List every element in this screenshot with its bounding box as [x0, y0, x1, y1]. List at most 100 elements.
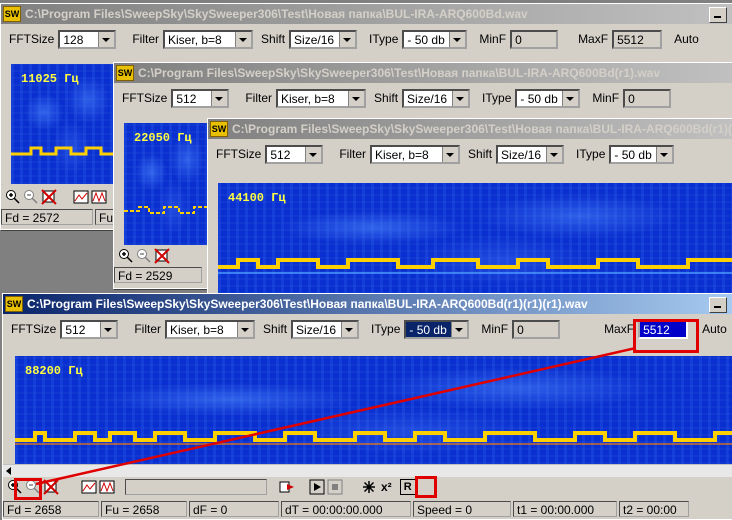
filter-label: Filter: [134, 322, 162, 336]
itype-select[interactable]: - 50 db: [515, 88, 581, 108]
chevron-down-icon: [656, 146, 673, 162]
window-4-title: C:\Program Files\SweepSky\SkySweeper306\…: [27, 297, 588, 311]
minimize-button[interactable]: [709, 297, 727, 313]
reset-zoom-icon[interactable]: [154, 248, 170, 264]
window-2-toolbar: FFTSize 512 Filter Kiser, b=8 Shift Size…: [114, 85, 732, 111]
window-4-toolbar-icons: x² R: [7, 479, 416, 495]
signal-trace: [11, 146, 121, 156]
spectrum-icon[interactable]: [99, 479, 115, 495]
minf-field[interactable]: 0: [623, 88, 672, 108]
spectrogram-4[interactable]: 88200 Гц: [15, 356, 732, 464]
auto-label: Auto: [702, 322, 727, 336]
frequency-label: 44100 Гц: [228, 191, 286, 205]
itype-label: IType: [371, 322, 401, 336]
minf-label: MinF: [479, 32, 507, 46]
spectrum-icon[interactable]: [91, 189, 107, 205]
window-2-toolbar-icons: [118, 248, 172, 264]
scroll-left-arrow[interactable]: [6, 467, 11, 475]
window-1-title: C:\Program Files\SweepSky\SkySweeper306\…: [25, 7, 528, 21]
window-3-title: C:\Program Files\SweepSky\SkySweeper306\…: [232, 122, 732, 136]
df-value: dF = 0: [189, 501, 279, 517]
filter-select[interactable]: Kiser, b=8: [370, 144, 461, 164]
window-1-toolbar: FFTSize 128 Filter Kiser, b=8 Shift Size…: [1, 26, 732, 52]
fftsize-select[interactable]: 512: [60, 319, 119, 339]
fd-value: Fd = 2572: [1, 209, 93, 225]
filter-select[interactable]: Kiser, b=8: [276, 88, 367, 108]
shift-select[interactable]: Size/16: [402, 88, 471, 108]
spectrogram-3[interactable]: 44100 Гц: [218, 183, 732, 294]
shift-label: Shift: [261, 32, 286, 46]
minf-label: MinF: [481, 322, 509, 336]
window-4: SW C:\Program Files\SweepSky\SkySweeper3…: [2, 293, 732, 520]
itype-select[interactable]: - 50 db: [402, 29, 468, 49]
signal-trace: [218, 258, 732, 274]
spectrogram-2[interactable]: 22050 Гц: [124, 123, 214, 245]
chart-icon[interactable]: [73, 189, 89, 205]
maxf-highlight-box: [633, 319, 699, 353]
filter-label: Filter: [132, 32, 160, 46]
horizontal-scrollbar[interactable]: [3, 464, 732, 477]
window-1-titlebar[interactable]: SW C:\Program Files\SweepSky\SkySweeper3…: [1, 4, 732, 24]
stop-icon[interactable]: [327, 479, 343, 495]
zoom-out-icon[interactable]: [23, 189, 39, 205]
window-3-titlebar[interactable]: SW C:\Program Files\SweepSky\SkySweeper3…: [208, 119, 732, 139]
auto-label: Auto: [674, 32, 699, 46]
filter-label: Filter: [245, 91, 273, 105]
zoom-highlight-box: [14, 478, 42, 500]
minimize-button[interactable]: [709, 7, 727, 23]
chevron-down-icon: [562, 90, 579, 106]
chevron-down-icon: [341, 321, 358, 337]
zoom-in-icon[interactable]: [118, 248, 134, 264]
itype-label: IType: [576, 147, 606, 161]
filter-select[interactable]: Kiser, b=8: [163, 29, 254, 49]
speed-value: Speed = 0: [413, 501, 511, 517]
fd-value: Fd = 2658: [3, 501, 99, 517]
itype-select[interactable]: - 50 db: [609, 144, 675, 164]
position-slider[interactable]: [125, 479, 267, 495]
maxf-field[interactable]: 5512: [612, 29, 663, 49]
itype-select[interactable]: - 50 db: [404, 319, 470, 339]
r-button[interactable]: R: [399, 479, 416, 495]
minf-field[interactable]: 0: [510, 29, 559, 49]
fftsize-select[interactable]: 512: [265, 144, 324, 164]
shift-select[interactable]: Size/16: [289, 29, 358, 49]
play-icon[interactable]: [309, 479, 325, 495]
asterisk-icon[interactable]: [361, 479, 377, 495]
fftsize-select[interactable]: 512: [171, 88, 230, 108]
chevron-down-icon: [98, 31, 115, 47]
window-4-titlebar[interactable]: SW C:\Program Files\SweepSky\SkySweeper3…: [3, 294, 732, 314]
itype-label: IType: [482, 91, 512, 105]
fd-value: Fd = 2529: [114, 267, 202, 283]
app-icon: SW: [116, 65, 134, 81]
itype-label: IType: [369, 32, 399, 46]
fftsize-select[interactable]: 128: [58, 29, 117, 49]
reset-zoom-icon[interactable]: [41, 189, 57, 205]
fu-value: Fu = 2658: [101, 501, 187, 517]
window-2-statusbar: Fd = 2529: [114, 267, 204, 283]
window-2-titlebar[interactable]: SW C:\Program Files\SweepSky\SkySweeper3…: [114, 63, 732, 83]
zoom-out-icon[interactable]: [136, 248, 152, 264]
frequency-label: 88200 Гц: [25, 364, 83, 378]
play-to-icon[interactable]: [279, 479, 295, 495]
r-button-highlight-box: [415, 476, 437, 498]
shift-select[interactable]: Size/16: [496, 144, 565, 164]
signal-trace: [124, 206, 214, 214]
shift-select[interactable]: Size/16: [291, 319, 360, 339]
minf-label: MinF: [592, 91, 620, 105]
chart-icon[interactable]: [81, 479, 97, 495]
filter-select[interactable]: Kiser, b=8: [165, 319, 256, 339]
minf-field[interactable]: 0: [512, 319, 561, 339]
window-2-title: C:\Program Files\SweepSky\SkySweeper306\…: [138, 66, 661, 80]
chevron-down-icon: [449, 31, 466, 47]
chevron-down-icon: [305, 146, 322, 162]
window-4-statusbar: Fd = 2658 Fu = 2658 dF = 0 dT = 00:00:00…: [3, 501, 691, 517]
t1-value: t1 = 00:00.000: [513, 501, 617, 517]
fftsize-label: FFTSize: [11, 322, 57, 336]
shift-label: Shift: [374, 91, 399, 105]
reset-zoom-icon[interactable]: [43, 479, 59, 495]
square-button[interactable]: x²: [381, 480, 392, 494]
app-icon: SW: [5, 296, 23, 312]
fftsize-label: FFTSize: [9, 32, 55, 46]
spectrogram-1[interactable]: 11025 Гц: [11, 64, 121, 184]
zoom-in-icon[interactable]: [5, 189, 21, 205]
